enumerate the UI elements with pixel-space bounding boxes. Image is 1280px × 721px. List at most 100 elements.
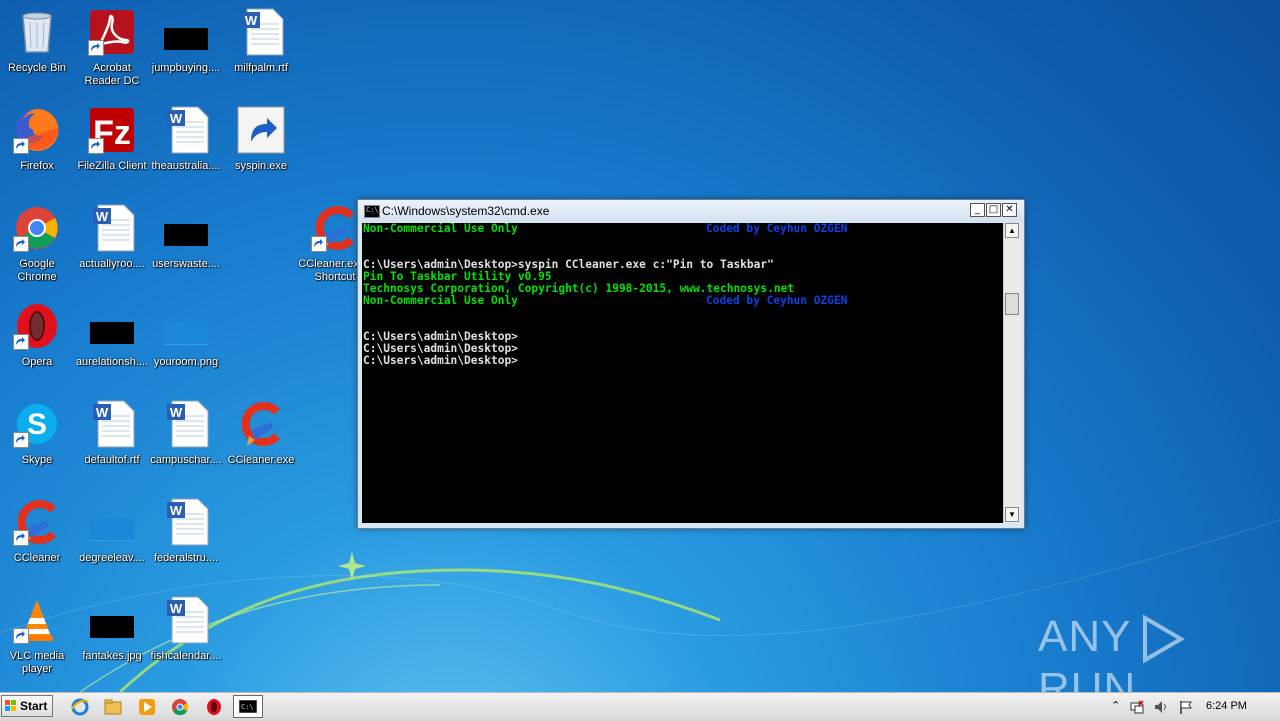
desktop-icon-label: VLC media player [9, 650, 65, 675]
shortcut-arrow-icon [13, 628, 29, 644]
desktop-icon-word-file[interactable]: W milfpalm.rtf [224, 4, 298, 94]
firefox-icon [13, 106, 61, 154]
shortcut-arrow-icon [88, 138, 104, 154]
cmd-icon: C:\ [364, 205, 380, 218]
cmd-window[interactable]: C:\ C:\Windows\system32\cmd.exe _ □ ✕ No… [357, 199, 1025, 529]
desktop-icon-label: fantakes.jpg [82, 650, 142, 662]
close-button[interactable]: ✕ [1002, 203, 1017, 217]
shortcut-arrow-icon [311, 236, 327, 252]
desktop-icon-label: fishcalendar.... [150, 650, 222, 662]
svg-text:W: W [170, 111, 183, 126]
desktop-icon-label: youroom.png [153, 356, 219, 368]
start-button[interactable]: Start [1, 695, 53, 717]
svg-text:W: W [96, 405, 109, 420]
ccleaner-icon [311, 204, 359, 252]
desktop-icon-syspin[interactable]: syspin.exe [224, 102, 298, 192]
desktop-icon-label: syspin.exe [235, 160, 287, 172]
taskbar: Start C:\ ⌃ 6:24 PM [0, 692, 1280, 721]
desktop-icon-word-file[interactable]: W theaustralia.... [149, 102, 223, 192]
desktop-icon-ccleaner[interactable]: CCleaner [0, 494, 74, 584]
desktop-icon-word-file[interactable]: W actuallyroo.... [75, 200, 149, 290]
shortcut-arrow-icon [13, 432, 29, 448]
opera-icon [13, 302, 61, 350]
network-icon[interactable] [1129, 699, 1145, 715]
desktop-icon-chrome[interactable]: Google Chrome [0, 200, 74, 290]
desktop-icon-label: campuschar.... [150, 454, 222, 466]
console-output[interactable]: Non-Commercial Use Only Coded by Ceyhun … [362, 223, 1003, 523]
vertical-scrollbar[interactable]: ▲ ▼ [1003, 223, 1021, 523]
taskbar-cmd-button[interactable]: C:\ [233, 695, 263, 718]
desktop-icon-word-file[interactable]: W campuschar.... [149, 396, 223, 486]
desktop-icon-label: FileZilla Client [77, 160, 147, 172]
show-hidden-icons-button[interactable]: ⌃ [1111, 699, 1120, 715]
scroll-down-icon[interactable]: ▼ [1005, 507, 1019, 522]
shortcut-arrow-icon [13, 334, 29, 350]
console-line: Non-Commercial Use Only [363, 223, 518, 235]
desktop-icon-word-file[interactable]: W defaultof.rtf [75, 396, 149, 486]
desktop-icon-label: CCleaner [13, 552, 61, 564]
desktop-icon-image-file[interactable]: aurelationsh.... [75, 298, 149, 388]
desktop-icon-label: CCleaner.exe [227, 454, 295, 466]
desktop-icon-word-file[interactable]: W federalstru.... [149, 494, 223, 584]
image-file-icon [88, 302, 136, 350]
shortcut-arrow-icon [13, 138, 29, 154]
minimize-button[interactable]: _ [970, 203, 985, 217]
recycle-bin-icon [13, 8, 61, 56]
desktop-icon-vlc[interactable]: VLC media player [0, 592, 74, 682]
acrobat-icon [88, 8, 136, 56]
action-center-flag-icon[interactable] [1178, 699, 1194, 715]
scroll-thumb[interactable] [1005, 293, 1019, 315]
desktop-icon-word-file[interactable]: W fishcalendar.... [149, 592, 223, 682]
svg-text:W: W [245, 13, 258, 28]
image-file-icon [88, 498, 136, 546]
chrome-taskbar-icon[interactable] [170, 697, 190, 717]
desktop-icon-label: defaultof.rtf [84, 454, 140, 466]
scroll-up-icon[interactable]: ▲ [1005, 223, 1019, 238]
windows-flag-icon [5, 700, 16, 711]
desktop-icon-image-file[interactable]: userswaste.... [149, 200, 223, 290]
desktop-icon-skype[interactable]: S Skype [0, 396, 74, 486]
desktop-icon-ccleaner-exe[interactable]: CCleaner.exe [224, 396, 298, 486]
desktop-icon-label: Google Chrome [17, 258, 57, 283]
ie-icon[interactable] [70, 697, 90, 717]
maximize-button[interactable]: □ [986, 203, 1001, 217]
desktop-icon-firefox[interactable]: Firefox [0, 102, 74, 192]
desktop-icon-label: Recycle Bin [7, 62, 67, 74]
desktop-icon-image-file[interactable]: jumpbuying.... [149, 4, 223, 94]
cmd-titlebar[interactable]: C:\ C:\Windows\system32\cmd.exe _ □ ✕ [358, 200, 1024, 222]
shortcut-arrow-icon [13, 236, 29, 252]
window-title: C:\Windows\system32\cmd.exe [382, 204, 550, 218]
filezilla-icon: Fz [88, 106, 136, 154]
desktop-icon-label: actuallyroo.... [79, 258, 145, 270]
desktop-icon-filezilla[interactable]: Fz FileZilla Client [75, 102, 149, 192]
word-doc-icon: W [162, 498, 210, 546]
desktop-icon-label: Acrobat Reader DC [84, 62, 140, 87]
chrome-icon [13, 204, 61, 252]
desktop-icon-label: milfpalm.rtf [234, 62, 288, 74]
svg-text:W: W [96, 209, 109, 224]
desktop-icon-acrobat[interactable]: Acrobat Reader DC [75, 4, 149, 94]
word-doc-icon: W [162, 106, 210, 154]
desktop: Recycle Bin Firefox Google Chrome Opera … [0, 0, 1280, 692]
exe-icon [237, 106, 285, 154]
shortcut-arrow-icon [13, 530, 29, 546]
desktop-icon-opera[interactable]: Opera [0, 298, 74, 388]
svg-text:W: W [170, 503, 183, 518]
svg-text:W: W [170, 601, 183, 616]
desktop-icon-label: theaustralia.... [151, 160, 221, 172]
vlc-icon [13, 596, 61, 644]
volume-icon[interactable] [1153, 699, 1169, 715]
svg-text:S: S [27, 408, 47, 441]
desktop-icon-label: aurelationsh.... [75, 356, 149, 368]
media-player-icon[interactable] [137, 697, 157, 717]
desktop-icon-image-file[interactable]: degreeleav.... [75, 494, 149, 584]
desktop-icon-image-file[interactable]: fantakes.jpg [75, 592, 149, 682]
skype-icon: S [13, 400, 61, 448]
clock[interactable]: 6:24 PM [1206, 700, 1247, 712]
desktop-icon-image-file[interactable]: youroom.png [149, 298, 223, 388]
console-line: Non-Commercial Use Only [363, 294, 518, 307]
opera-taskbar-icon[interactable] [204, 697, 224, 717]
start-label: Start [20, 699, 48, 713]
explorer-icon[interactable] [103, 697, 123, 717]
desktop-icon-recycle-bin[interactable]: Recycle Bin [0, 4, 74, 94]
